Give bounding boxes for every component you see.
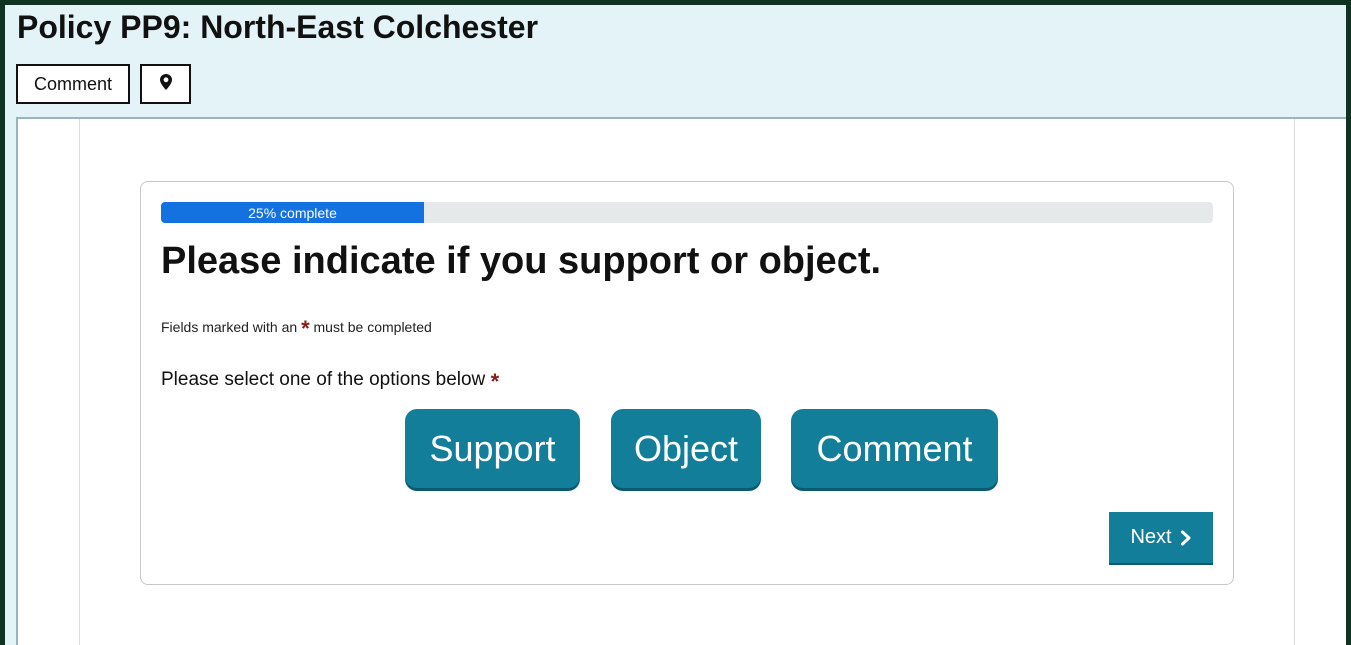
app-frame: Policy PP9: North-East Colchester Commen… <box>5 5 1346 645</box>
next-button[interactable]: Next <box>1109 512 1213 563</box>
next-button-label: Next <box>1130 526 1172 548</box>
required-note-suffix: must be completed <box>313 319 432 335</box>
progress-bar: 25% complete <box>161 202 1213 223</box>
object-button[interactable]: Object <box>611 409 761 488</box>
support-button[interactable]: Support <box>405 409 580 488</box>
required-fields-note: Fields marked with an * must be complete… <box>161 316 432 342</box>
required-note-prefix: Fields marked with an <box>161 319 298 335</box>
inner-panel: 25% complete Please indicate if you supp… <box>79 119 1295 645</box>
required-asterisk: * <box>490 369 500 394</box>
content-area: 25% complete Please indicate if you supp… <box>16 117 1346 645</box>
location-button[interactable] <box>140 64 191 104</box>
survey-card: 25% complete Please indicate if you supp… <box>140 181 1234 585</box>
comment-button[interactable]: Comment <box>16 64 130 104</box>
chevron-right-icon <box>1180 530 1192 546</box>
page-title: Policy PP9: North-East Colchester <box>17 9 539 45</box>
options-prompt-text: Please select one of the options below <box>161 369 486 390</box>
progress-fill: 25% complete <box>161 202 424 223</box>
question-heading: Please indicate if you support or object… <box>161 240 882 282</box>
comment-option-button[interactable]: Comment <box>791 409 998 488</box>
progress-label: 25% complete <box>248 204 337 221</box>
options-prompt: Please select one of the options below * <box>161 369 499 395</box>
map-pin-icon <box>159 73 173 96</box>
required-asterisk: * <box>301 316 310 341</box>
